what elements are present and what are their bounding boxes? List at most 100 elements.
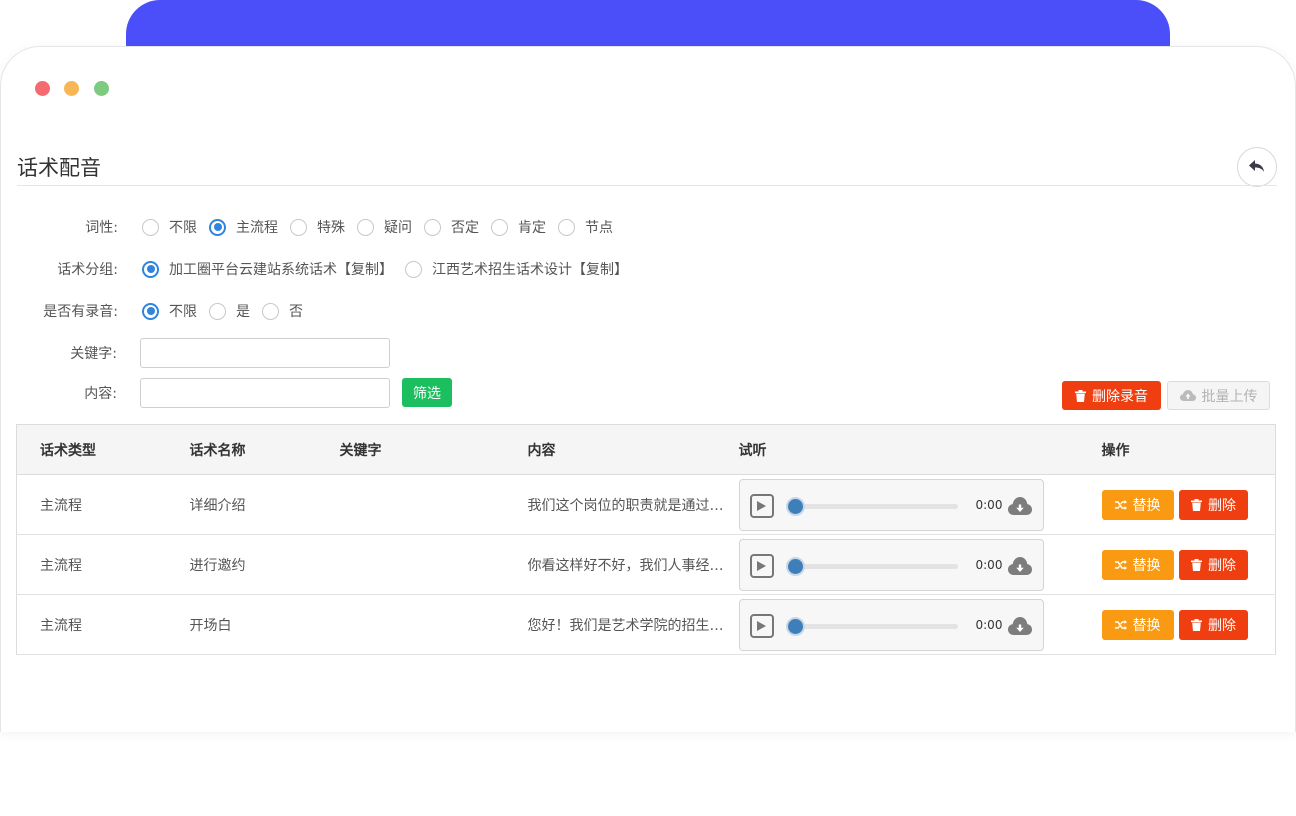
shuffle-icon	[1114, 559, 1127, 570]
radio-label: 疑问	[384, 220, 412, 236]
delete-button[interactable]: 删除	[1178, 609, 1248, 640]
radio-circle[interactable]	[558, 218, 575, 236]
radio-option[interactable]: 特殊	[290, 217, 345, 237]
batch-upload-button[interactable]: 批量上传	[1167, 381, 1270, 410]
window-maximize-dot[interactable]	[94, 81, 109, 96]
column-header: 话术类型	[16, 424, 167, 475]
replace-label: 替换	[1132, 557, 1161, 574]
radio-circle[interactable]	[209, 302, 226, 320]
replace-label: 替换	[1132, 617, 1161, 634]
filter-label: 词性:	[85, 220, 118, 236]
replace-button[interactable]: 替换	[1101, 609, 1174, 640]
delete-button[interactable]: 删除	[1178, 489, 1248, 520]
radio-label: 不限	[169, 220, 197, 236]
cell-name: 详细介绍	[166, 474, 317, 535]
radio-circle[interactable]	[424, 218, 441, 236]
delete-label: 删除	[1207, 497, 1236, 514]
time-label: 0:00	[975, 617, 1003, 632]
window-minimize-dot[interactable]	[64, 81, 79, 96]
trash-icon	[1190, 618, 1202, 631]
progress-track[interactable]	[789, 623, 958, 629]
column-header: 话术名称	[166, 424, 317, 475]
radio-label: 是	[236, 304, 250, 320]
radio-option[interactable]: 江西艺术招生话术设计【复制】	[405, 259, 628, 279]
cell-name: 开场白	[166, 594, 317, 655]
undo-arrow-icon	[1249, 160, 1264, 172]
cell-audio: 0:00	[737, 594, 1100, 655]
cell-keyword	[316, 594, 506, 655]
cell-actions: 替换 删除	[1099, 474, 1276, 535]
radio-group: 加工圈平台云建站系统话术【复制】 江西艺术招生话术设计【复制】	[142, 259, 640, 279]
audio-player: 0:00	[738, 478, 1044, 531]
delete-label: 删除	[1207, 557, 1236, 574]
radio-circle[interactable]	[405, 260, 422, 278]
cloud-download-icon[interactable]	[1007, 556, 1032, 575]
radio-circle[interactable]	[142, 218, 159, 236]
radio-label: 否定	[451, 220, 479, 236]
cell-type: 主流程	[16, 474, 167, 535]
back-button[interactable]	[1237, 147, 1277, 187]
radio-option[interactable]: 否	[262, 301, 303, 321]
radio-circle-checked[interactable]	[209, 218, 226, 236]
progress-knob[interactable]	[785, 496, 805, 516]
radio-option[interactable]: 主流程	[209, 217, 278, 237]
window-close-dot[interactable]	[35, 81, 50, 96]
filter-label: 内容:	[84, 386, 117, 402]
progress-track[interactable]	[789, 563, 958, 569]
radio-option[interactable]: 不限	[142, 217, 197, 237]
play-button[interactable]	[749, 613, 774, 638]
keyword-input[interactable]	[140, 338, 390, 368]
cloud-download-icon[interactable]	[1007, 496, 1032, 515]
radio-circle[interactable]	[357, 218, 374, 236]
delete-recording-button[interactable]: 删除录音	[1062, 381, 1161, 410]
cell-content: 我们这个岗位的职责就是通过…	[505, 474, 738, 535]
cell-audio: 0:00	[737, 474, 1100, 535]
radio-circle[interactable]	[290, 218, 307, 236]
radio-option[interactable]: 不限	[142, 301, 197, 321]
cell-type: 主流程	[16, 594, 167, 655]
delete-label: 删除	[1207, 617, 1236, 634]
radio-circle[interactable]	[262, 302, 279, 320]
column-header: 内容	[505, 424, 738, 475]
cell-keyword	[316, 534, 506, 595]
replace-button[interactable]: 替换	[1101, 489, 1174, 520]
progress-knob[interactable]	[785, 616, 805, 636]
replace-button[interactable]: 替换	[1101, 549, 1174, 580]
time-label: 0:00	[975, 557, 1003, 572]
radio-group: 不限 主流程 特殊 疑问 否定 肯定 节点	[142, 217, 625, 237]
table-header-row: 话术类型 话术名称 关键字 内容 试听 操作	[16, 424, 1276, 475]
play-icon	[757, 500, 766, 511]
cell-type: 主流程	[16, 534, 167, 595]
play-button[interactable]	[749, 493, 774, 518]
progress-knob[interactable]	[785, 556, 805, 576]
radio-label: 肯定	[518, 220, 546, 236]
column-header: 关键字	[316, 424, 506, 475]
radio-option[interactable]: 是	[209, 301, 250, 321]
content-text: 我们这个岗位的职责就是通过…	[527, 497, 724, 514]
radio-option[interactable]: 节点	[558, 217, 613, 237]
filter-button[interactable]: 筛选	[402, 378, 452, 407]
radio-circle-checked[interactable]	[142, 302, 159, 320]
cloud-download-icon[interactable]	[1007, 616, 1032, 635]
time-label: 0:00	[975, 497, 1003, 512]
radio-option[interactable]: 否定	[424, 217, 479, 237]
delete-recording-label: 删除录音	[1092, 388, 1148, 405]
content-input[interactable]	[140, 378, 390, 408]
radio-label: 节点	[585, 220, 613, 236]
batch-upload-label: 批量上传	[1201, 388, 1258, 405]
trash-icon	[1190, 498, 1202, 511]
cell-content: 你看这样好不好，我们人事经…	[505, 534, 738, 595]
radio-group: 不限 是 否	[142, 301, 315, 321]
radio-option[interactable]: 肯定	[491, 217, 546, 237]
cell-actions: 替换 删除	[1099, 534, 1276, 595]
radio-circle-checked[interactable]	[142, 260, 159, 278]
recordings-table: 话术类型 话术名称 关键字 内容 试听 操作 主流程 详细介绍 我们这个岗位的职…	[16, 424, 1276, 655]
radio-option[interactable]: 疑问	[357, 217, 412, 237]
radio-circle[interactable]	[491, 218, 508, 236]
radio-label: 不限	[169, 304, 197, 320]
delete-button[interactable]: 删除	[1178, 549, 1248, 580]
play-button[interactable]	[749, 553, 774, 578]
progress-track[interactable]	[789, 503, 958, 509]
radio-option[interactable]: 加工圈平台云建站系统话术【复制】	[142, 259, 393, 279]
radio-label: 特殊	[317, 220, 345, 236]
